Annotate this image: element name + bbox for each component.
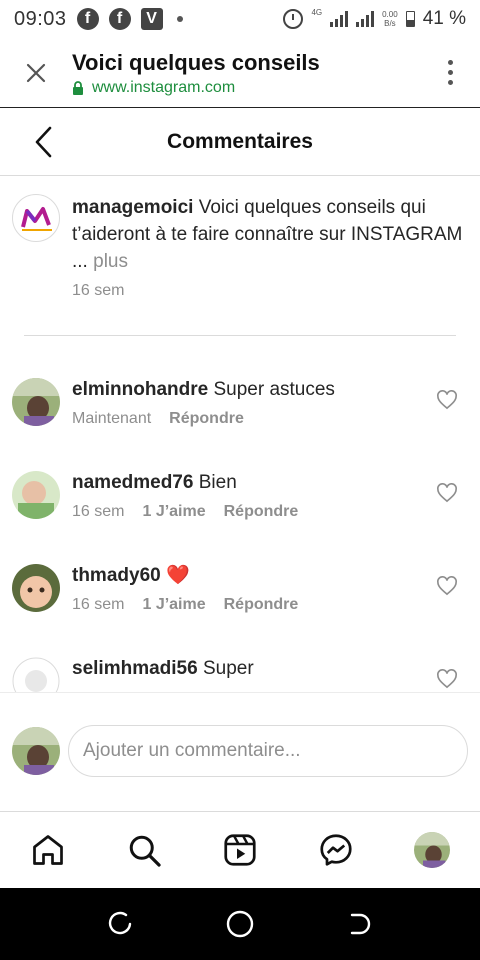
like-heart-icon[interactable] [436,669,458,689]
lock-icon [73,80,83,95]
alarm-icon [283,9,304,29]
comment-username[interactable]: elminnohandre [72,379,208,400]
divider [24,335,456,336]
back-gesture-icon [350,913,371,935]
comment-username[interactable]: namedmed76 [72,472,193,493]
recents-icon [108,911,132,935]
user-photo-icon [414,832,450,868]
user-photo-icon [12,564,60,612]
page-title: Commentaires [167,129,313,153]
avatar [12,727,60,775]
comment-timestamp: 16 sem [72,596,125,613]
add-comment-bar [0,692,480,812]
like-heart-icon[interactable] [436,483,458,503]
avatar[interactable] [12,194,60,242]
post-caption: managemoici Voici quelques conseils qui … [0,176,480,336]
facebook-icon: f [76,8,99,30]
comment-username[interactable]: selimhmadi56 [72,658,198,679]
caption-timestamp: 16 sem [72,282,125,299]
avatar[interactable] [12,471,60,519]
user-photo-icon [12,471,60,519]
reply-button[interactable]: Répondre [224,596,299,614]
home-button[interactable] [216,900,264,948]
home-icon [33,835,63,865]
recent-apps-button[interactable] [96,900,144,948]
caption-more-link[interactable]: plus [93,251,128,272]
tab-search[interactable] [114,820,174,880]
caption-text: managemoici Voici quelques conseils qui … [72,194,468,275]
browser-toolbar: Voici quelques conseils www.instagram.co… [0,38,480,108]
user-photo-icon [12,727,60,775]
signal-icon [356,11,375,27]
reels-icon [224,834,256,866]
comment-row: namedmed76 Bien 16 sem 1 J’aime Répondre [0,471,480,564]
search-icon [129,835,161,867]
close-button[interactable] [0,38,72,108]
avatar [414,832,450,868]
comment-timestamp: Maintenant [72,410,152,427]
chevron-left-icon [35,126,52,158]
close-icon [26,63,46,82]
likes-count[interactable]: 1 J’aime [142,596,205,614]
speed-unit: B/s [384,19,396,28]
managemoici-logo-icon [21,207,52,231]
comments-header: Commentaires [0,108,480,176]
likes-count[interactable]: 1 J’aime [142,503,205,521]
tab-profile[interactable] [402,820,462,880]
like-heart-icon[interactable] [436,390,458,410]
tab-reels[interactable] [210,820,270,880]
avatar[interactable] [12,657,60,692]
browser-page-title: Voici quelques conseils [72,49,320,75]
url-text: www.instagram.com [92,78,236,96]
signal-icon [330,11,349,27]
comment-username[interactable]: thmady60 [72,565,161,586]
avatar[interactable] [12,378,60,426]
back-button[interactable] [26,122,60,162]
speed-value: 0.00 [382,10,398,19]
tab-home[interactable] [18,820,78,880]
browser-url[interactable]: www.instagram.com [72,79,420,97]
tab-messenger[interactable] [306,820,366,880]
comment-list-clip: selimhmadi56 Super [0,640,480,692]
comment-text: Super astuces [213,379,335,400]
facebook-icon: f [108,8,131,30]
avatar[interactable] [12,564,60,612]
reply-button[interactable]: Répondre [169,410,244,428]
comment-timestamp: 16 sem [72,503,125,520]
comment-input[interactable] [68,725,468,777]
comment-text: Super [202,658,254,679]
status-bar: 09:03 f f V 4G 0.00 B/s 41 % [0,0,480,38]
status-time: 09:03 [14,7,67,30]
caption-username[interactable]: managemoici [72,197,193,218]
comment-row: elminnohandre Super astuces Maintenant R… [0,378,480,471]
user-photo-icon [12,378,60,426]
circle-home-icon [226,910,254,938]
like-heart-icon[interactable] [436,576,458,596]
notification-dot-icon [176,16,183,22]
messenger-icon [320,834,352,866]
battery-icon [405,11,415,27]
battery-percent: 41 % [422,8,466,29]
more-options-button[interactable] [420,38,480,108]
more-vert-icon [447,60,453,65]
network-type: 4G [311,8,323,17]
comment-text: ❤️ [165,565,190,586]
bottom-navigation [0,812,480,888]
comment-row: selimhmadi56 Super [0,657,480,692]
default-avatar-icon [12,657,60,692]
back-nav-button[interactable] [336,900,384,948]
reply-button[interactable]: Répondre [224,503,299,521]
vimeo-icon: V [140,8,163,30]
network-speed: 0.00 B/s [382,10,398,28]
system-navigation-bar [0,888,480,960]
comment-text: Bien [198,472,237,493]
